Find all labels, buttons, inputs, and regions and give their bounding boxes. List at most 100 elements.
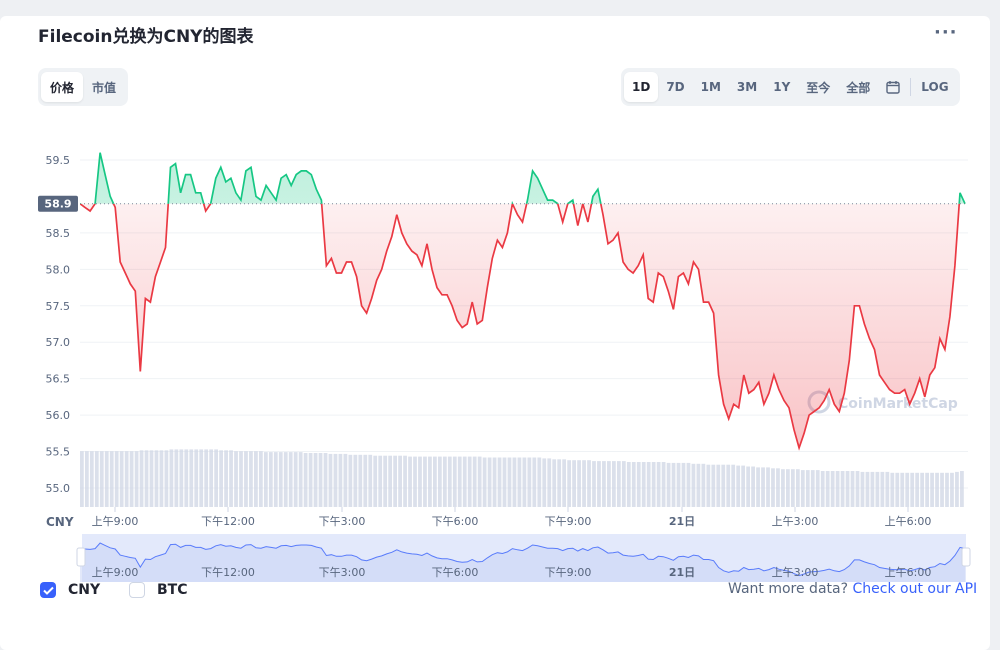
volume-bar bbox=[194, 449, 199, 507]
navigator-tick-label: 上午3:00 bbox=[772, 566, 819, 579]
volume-bar bbox=[129, 451, 134, 507]
volume-bar bbox=[497, 457, 502, 507]
volume-bar bbox=[935, 472, 939, 507]
volume-bar bbox=[781, 469, 785, 507]
volume-bar bbox=[910, 472, 915, 507]
volume-bar bbox=[219, 450, 223, 507]
volume-bar bbox=[512, 457, 517, 507]
price-chart[interactable]: CoinMarketCap 59.5 58.9 58.5 58.0 57.5 57.0 56… bbox=[0, 0, 1000, 650]
volume-bar bbox=[338, 453, 343, 507]
x-axis-labels: 上午9:00 下午12:00 下午3:00 下午6:00 下午9:00 21日 上午3:00… bbox=[92, 507, 931, 528]
currency-axis-label: CNY bbox=[46, 515, 74, 529]
y-tick-label: 56.5 bbox=[46, 373, 71, 386]
volume-bar bbox=[492, 457, 497, 507]
volume-bar bbox=[378, 455, 383, 507]
volume-bar bbox=[124, 451, 129, 507]
volume-bar bbox=[383, 455, 388, 507]
volume-bar bbox=[696, 463, 701, 507]
navigator-tick-label: 下午6:00 bbox=[432, 566, 479, 579]
volume-bar bbox=[611, 461, 616, 507]
volume-bar bbox=[572, 460, 576, 507]
volume-bar bbox=[810, 470, 815, 507]
volume-bar bbox=[870, 471, 875, 507]
volume-bar bbox=[955, 471, 959, 507]
volume-bar bbox=[408, 456, 412, 507]
x-tick-label: 下午12:00 bbox=[201, 515, 255, 528]
reference-price-label: 58.9 bbox=[44, 198, 71, 211]
volume-bar bbox=[452, 456, 457, 507]
volume-bar bbox=[532, 457, 537, 507]
volume-bar bbox=[865, 471, 870, 507]
volume-bar bbox=[790, 469, 795, 507]
navigator-tick-label: 上午6:00 bbox=[885, 566, 932, 579]
volume-bar bbox=[413, 456, 417, 507]
volume-bar bbox=[229, 450, 233, 507]
volume-bar bbox=[313, 453, 318, 507]
navigator[interactable]: 上午9:00 下午12:00 下午3:00 下午6:00 下午9:00 21日 上午3:00… bbox=[76, 534, 971, 582]
volume-bar bbox=[701, 463, 706, 507]
volume-bar bbox=[795, 469, 800, 507]
volume-bar bbox=[646, 462, 651, 507]
volume-bar bbox=[756, 467, 760, 507]
volume-bar bbox=[880, 471, 885, 507]
volume-bar bbox=[542, 458, 547, 507]
volume-bar bbox=[114, 451, 119, 507]
navigator-handle-left[interactable] bbox=[76, 547, 86, 567]
volume-bar bbox=[636, 462, 641, 507]
volume-bar bbox=[403, 455, 407, 507]
volume-bar bbox=[706, 464, 711, 507]
y-tick-label: 58.5 bbox=[46, 227, 71, 240]
volume-bar bbox=[537, 457, 542, 507]
volume-bar bbox=[477, 456, 482, 507]
volume-bar bbox=[189, 449, 194, 507]
checkbox-empty-icon[interactable] bbox=[129, 582, 145, 598]
volume-bar bbox=[244, 451, 248, 507]
volume-bar bbox=[353, 454, 358, 507]
volume-bar bbox=[393, 455, 398, 507]
navigator-tick-label: 下午3:00 bbox=[319, 566, 366, 579]
legend-cny[interactable]: CNY bbox=[40, 582, 100, 598]
volume-bar bbox=[517, 457, 522, 507]
volume-bar bbox=[268, 452, 273, 507]
volume-bar bbox=[482, 457, 487, 507]
navigator-tick-label: 下午12:00 bbox=[201, 566, 255, 579]
volume-bar bbox=[502, 457, 507, 507]
volume-bar bbox=[373, 455, 378, 507]
volume-bar bbox=[263, 452, 268, 507]
volume-bar bbox=[249, 451, 253, 507]
volume-bar bbox=[651, 462, 656, 507]
api-link[interactable]: Check out our API bbox=[852, 581, 977, 597]
watermark-text: CoinMarketCap bbox=[838, 396, 958, 412]
y-tick-label: 57.0 bbox=[46, 336, 71, 349]
volume-bar bbox=[234, 451, 238, 507]
volume-bar bbox=[726, 464, 731, 507]
y-axis-labels: 59.5 58.9 58.5 58.0 57.5 57.0 56.5 56.0 55.5 55.0 bbox=[38, 154, 78, 495]
volume-bar bbox=[547, 458, 552, 507]
volume-bar bbox=[746, 466, 751, 507]
volume-bar bbox=[731, 464, 736, 507]
volume-bar bbox=[298, 452, 303, 507]
api-promo: Want more data? Check out our API bbox=[728, 581, 977, 597]
volume-bar bbox=[418, 456, 422, 507]
volume-bar bbox=[776, 468, 780, 507]
volume-bar bbox=[522, 457, 527, 507]
volume-bar bbox=[771, 468, 775, 507]
volume-bar bbox=[278, 452, 283, 507]
checkbox-checked-icon[interactable] bbox=[40, 582, 56, 598]
volume-bar bbox=[283, 452, 288, 507]
volume-bar bbox=[462, 456, 467, 507]
volume-bar bbox=[447, 456, 452, 507]
volume-bar bbox=[815, 470, 820, 507]
volume-bar bbox=[214, 449, 219, 507]
legend-btc[interactable]: BTC bbox=[129, 582, 188, 598]
volume-bar bbox=[184, 449, 189, 507]
volume-bar bbox=[835, 471, 840, 507]
y-tick-label: 58.0 bbox=[46, 263, 71, 276]
volume-bar bbox=[626, 462, 631, 507]
navigator-tick-label: 下午9:00 bbox=[545, 566, 592, 579]
volume-bar bbox=[199, 449, 204, 507]
navigator-handle-right[interactable] bbox=[961, 547, 971, 567]
volume-bar bbox=[398, 455, 402, 507]
volume-bar bbox=[308, 453, 313, 507]
volume-bar bbox=[423, 456, 427, 507]
